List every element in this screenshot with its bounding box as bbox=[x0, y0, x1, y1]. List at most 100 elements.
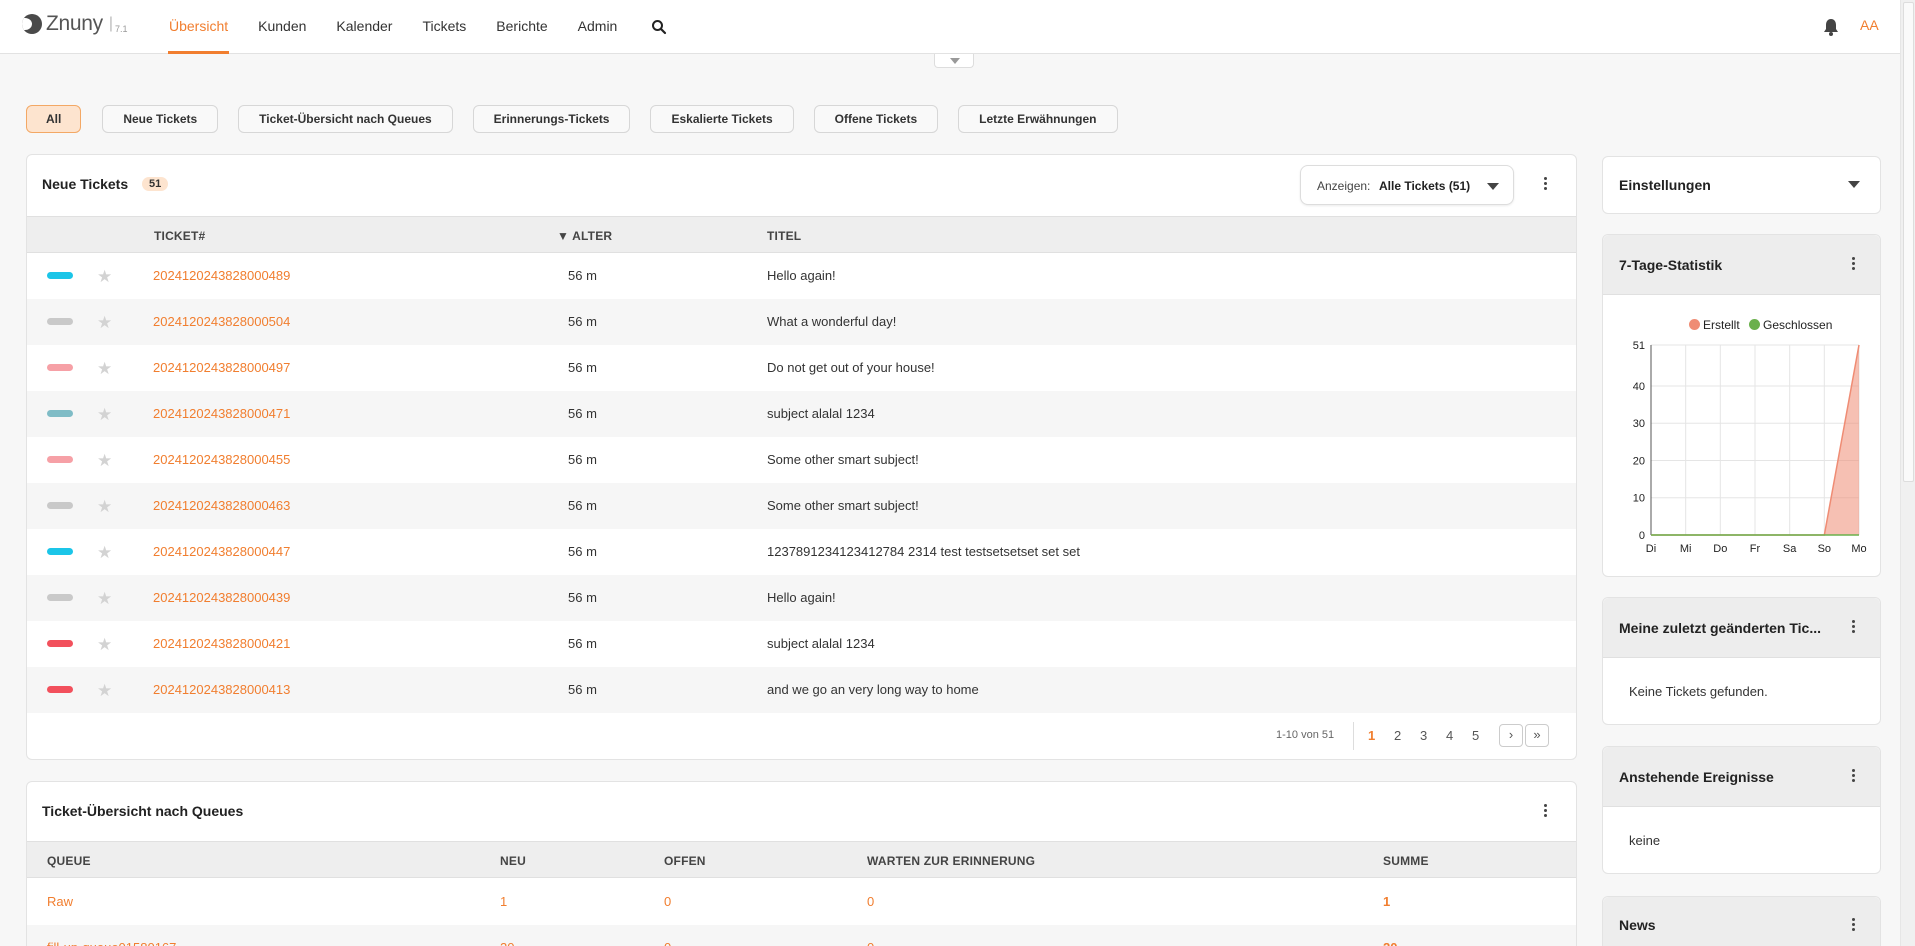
notification-bell-icon[interactable] bbox=[1823, 18, 1839, 36]
ticket-row[interactable]: ★ 2024120243828000504 56 m What a wonderful… bbox=[27, 299, 1576, 345]
events-menu-icon[interactable] bbox=[1852, 769, 1856, 783]
ticket-row[interactable]: ★ 2024120243828000497 56 m Do not get out o… bbox=[27, 345, 1576, 391]
queue-offen-count[interactable]: 0 bbox=[664, 894, 671, 909]
page-2-link[interactable]: 2 bbox=[1394, 728, 1401, 743]
queue-neu-count[interactable]: 1 bbox=[500, 894, 507, 909]
news-menu-icon[interactable] bbox=[1852, 918, 1856, 932]
queue-overview-menu-icon[interactable] bbox=[1544, 804, 1548, 818]
ticket-number-link[interactable]: 2024120243828000413 bbox=[153, 682, 290, 697]
page-3-link[interactable]: 3 bbox=[1420, 728, 1427, 743]
tickets-table-body: ★ 2024120243828000489 56 m Hello again! ★ 202… bbox=[27, 253, 1576, 713]
star-icon[interactable]: ★ bbox=[97, 451, 112, 471]
ticket-number-link[interactable]: 2024120243828000497 bbox=[153, 360, 290, 375]
show-filter-dropdown[interactable]: Anzeigen: Alle Tickets (51) bbox=[1300, 165, 1514, 205]
star-icon[interactable]: ★ bbox=[97, 359, 112, 379]
page-scrollbar[interactable] bbox=[1900, 0, 1915, 946]
ticket-number-link[interactable]: 2024120243828000489 bbox=[153, 268, 290, 283]
ticket-title[interactable]: Some other smart subject! bbox=[767, 498, 919, 513]
nav-item-admin[interactable]: Admin bbox=[563, 0, 633, 54]
queue-summe-count[interactable]: 1 bbox=[1383, 894, 1390, 909]
filter-neue-tickets[interactable]: Neue Tickets bbox=[102, 105, 219, 133]
star-icon[interactable]: ★ bbox=[97, 635, 112, 655]
last-page-button[interactable]: » bbox=[1525, 724, 1549, 747]
filter-offene-tickets[interactable]: Offene Tickets bbox=[813, 105, 939, 133]
column-ticket-number[interactable]: TICKET# bbox=[154, 229, 205, 243]
star-icon[interactable]: ★ bbox=[97, 589, 112, 609]
column-offen[interactable]: OFFEN bbox=[664, 854, 706, 868]
recent-menu-icon[interactable] bbox=[1852, 620, 1856, 634]
ticket-row[interactable]: ★ 2024120243828000455 56 m Some other smart… bbox=[27, 437, 1576, 483]
queue-warten-count[interactable]: 0 bbox=[867, 894, 874, 909]
nav-item-uebersicht[interactable]: Übersicht bbox=[154, 0, 243, 54]
column-summe[interactable]: SUMME bbox=[1383, 854, 1429, 868]
column-age[interactable]: ▼ ALTER bbox=[557, 229, 612, 243]
star-icon[interactable]: ★ bbox=[97, 497, 112, 517]
queue-summe-count[interactable]: 20 bbox=[1383, 940, 1397, 946]
ticket-row[interactable]: ★ 2024120243828000471 56 m subject alalal 1… bbox=[27, 391, 1576, 437]
legend-item-geschlossen[interactable]: Geschlossen bbox=[1749, 318, 1832, 332]
ticket-title[interactable]: Some other smart subject! bbox=[767, 452, 919, 467]
ticket-number-link[interactable]: 2024120243828000455 bbox=[153, 452, 290, 467]
filter-ticket-uebersicht-queues[interactable]: Ticket-Übersicht nach Queues bbox=[238, 105, 453, 133]
expand-toggle-tab[interactable] bbox=[934, 54, 974, 68]
column-title[interactable]: TITEL bbox=[767, 229, 801, 243]
znuny-logo[interactable]: Znuny | 7.1 bbox=[22, 12, 128, 36]
filter-erinnerungs-tickets[interactable]: Erinnerungs-Tickets bbox=[472, 105, 631, 133]
ticket-title[interactable]: subject alalal 1234 bbox=[767, 636, 875, 651]
star-icon[interactable]: ★ bbox=[97, 543, 112, 563]
ticket-title[interactable]: 1237891234123412784 2314 test testsetset… bbox=[767, 544, 1080, 559]
nav-item-kunden[interactable]: Kunden bbox=[243, 0, 321, 54]
star-icon[interactable]: ★ bbox=[97, 267, 112, 287]
ticket-number-link[interactable]: 2024120243828000471 bbox=[153, 406, 290, 421]
column-queue[interactable]: QUEUE bbox=[47, 854, 91, 868]
queue-warten-count[interactable]: 0 bbox=[867, 940, 874, 946]
page-1-link[interactable]: 1 bbox=[1368, 728, 1375, 743]
queue-name-link[interactable]: Raw bbox=[47, 894, 73, 909]
filter-eskalierte-tickets[interactable]: Eskalierte Tickets bbox=[650, 105, 794, 133]
search-icon[interactable] bbox=[651, 19, 667, 35]
ticket-row[interactable]: ★ 2024120243828000421 56 m subject alalal 1… bbox=[27, 621, 1576, 667]
recent-empty-message: Keine Tickets gefunden. bbox=[1629, 684, 1768, 699]
user-avatar[interactable]: AA bbox=[1860, 17, 1879, 33]
ticket-title[interactable]: subject alalal 1234 bbox=[767, 406, 875, 421]
ticket-number-link[interactable]: 2024120243828000447 bbox=[153, 544, 290, 559]
ticket-row[interactable]: ★ 2024120243828000489 56 m Hello again! bbox=[27, 253, 1576, 299]
queue-row[interactable]: Raw 1 0 0 1 bbox=[27, 879, 1576, 925]
settings-widget[interactable]: Einstellungen bbox=[1602, 156, 1881, 214]
stats-menu-icon[interactable] bbox=[1852, 257, 1856, 271]
filter-letzte-erwaehnungen[interactable]: Letzte Erwähnungen bbox=[958, 105, 1118, 133]
ticket-title[interactable]: What a wonderful day! bbox=[767, 314, 896, 329]
page-4-link[interactable]: 4 bbox=[1446, 728, 1453, 743]
queue-row[interactable]: fill-up-queue01580167 20 0 0 20 bbox=[27, 925, 1576, 946]
ticket-number-link[interactable]: 2024120243828000504 bbox=[153, 314, 290, 329]
filter-all[interactable]: All bbox=[26, 105, 82, 133]
column-neu[interactable]: NEU bbox=[500, 854, 526, 868]
queue-offen-count[interactable]: 0 bbox=[664, 940, 671, 946]
queue-neu-count[interactable]: 20 bbox=[500, 940, 514, 946]
star-icon[interactable]: ★ bbox=[97, 681, 112, 701]
ticket-title[interactable]: Hello again! bbox=[767, 590, 836, 605]
ticket-row[interactable]: ★ 2024120243828000439 56 m Hello again! bbox=[27, 575, 1576, 621]
ticket-title[interactable]: Do not get out of your house! bbox=[767, 360, 935, 375]
ticket-number-link[interactable]: 2024120243828000421 bbox=[153, 636, 290, 651]
star-icon[interactable]: ★ bbox=[97, 313, 112, 333]
next-page-button[interactable]: › bbox=[1499, 724, 1523, 747]
ticket-row[interactable]: ★ 2024120243828000447 56 m 1237891234123412… bbox=[27, 529, 1576, 575]
ticket-row[interactable]: ★ 2024120243828000413 56 m and we go an ver… bbox=[27, 667, 1576, 713]
new-tickets-menu-icon[interactable] bbox=[1544, 177, 1548, 191]
ticket-title[interactable]: Hello again! bbox=[767, 268, 836, 283]
ticket-number-link[interactable]: 2024120243828000463 bbox=[153, 498, 290, 513]
chevron-down-icon[interactable] bbox=[1848, 181, 1860, 188]
nav-item-berichte[interactable]: Berichte bbox=[481, 0, 562, 54]
queue-name-link[interactable]: fill-up-queue01580167 bbox=[47, 940, 176, 946]
nav-item-tickets[interactable]: Tickets bbox=[407, 0, 481, 54]
ticket-row[interactable]: ★ 2024120243828000463 56 m Some other smart… bbox=[27, 483, 1576, 529]
ticket-title[interactable]: and we go an very long way to home bbox=[767, 682, 979, 697]
ticket-number-link[interactable]: 2024120243828000439 bbox=[153, 590, 290, 605]
nav-item-kalender[interactable]: Kalender bbox=[321, 0, 407, 54]
page-5-link[interactable]: 5 bbox=[1472, 728, 1479, 743]
scrollbar-thumb[interactable] bbox=[1903, 2, 1914, 482]
column-warten[interactable]: WARTEN ZUR ERINNERUNG bbox=[867, 854, 1035, 868]
legend-item-erstellt[interactable]: Erstellt bbox=[1689, 318, 1740, 332]
star-icon[interactable]: ★ bbox=[97, 405, 112, 425]
